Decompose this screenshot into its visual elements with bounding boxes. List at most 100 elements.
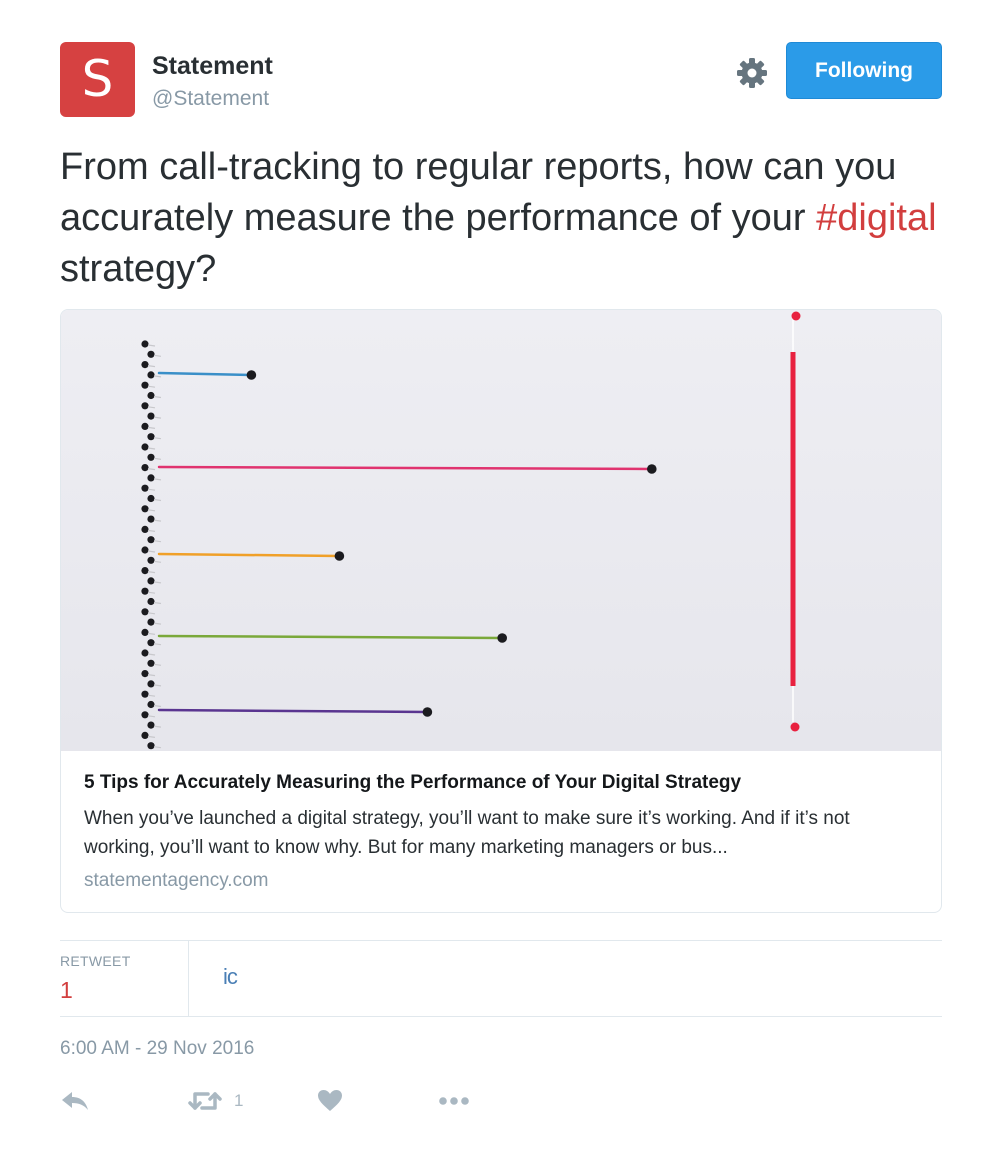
- pin-head: [147, 412, 155, 420]
- retweet-button[interactable]: 1: [188, 1084, 243, 1118]
- tweet-text: From call-tracking to regular reports, h…: [60, 142, 940, 295]
- thread-end-pin: [497, 633, 508, 643]
- like-button[interactable]: [317, 1084, 343, 1118]
- retweet-count[interactable]: 1: [60, 977, 73, 1004]
- card-title[interactable]: 5 Tips for Accurately Measuring the Perf…: [84, 772, 741, 794]
- pin-needle: [147, 509, 156, 512]
- pin-needle: [147, 365, 156, 368]
- pin-needle: [147, 426, 156, 429]
- pin-head: [141, 628, 149, 636]
- pin-needle: [153, 601, 162, 605]
- pin-needle: [153, 457, 162, 460]
- pin-needle: [153, 725, 162, 728]
- thread-line: [157, 465, 654, 471]
- pin-needle: [153, 560, 162, 563]
- pin-head: [141, 670, 149, 678]
- pin-needle: [147, 632, 156, 635]
- thread-line: [157, 634, 504, 640]
- pin-head: [141, 649, 149, 657]
- gear-icon[interactable]: [735, 56, 769, 90]
- thread-line: [157, 708, 429, 714]
- tweet-stats: RETWEET 1 ic: [60, 940, 942, 1017]
- pin-needle: [147, 550, 156, 553]
- thread-end-pin: [422, 707, 433, 717]
- pin-needle: [147, 447, 156, 450]
- pin-needle: [153, 416, 162, 419]
- thread-end-pin: [334, 551, 345, 561]
- pin-head: [141, 484, 149, 492]
- pin-head: [141, 422, 149, 430]
- card-image[interactable]: [61, 310, 941, 751]
- avatar[interactable]: S: [60, 42, 135, 117]
- pin-head: [147, 433, 155, 441]
- pin-head: [147, 556, 155, 564]
- pin-needle: [153, 643, 162, 646]
- pin-needle: [147, 674, 156, 677]
- pin-head: [141, 587, 149, 595]
- more-button[interactable]: [438, 1084, 472, 1118]
- tweet-text-after: strategy?: [60, 248, 217, 290]
- pin-head: [141, 690, 149, 698]
- pin-needle: [153, 581, 162, 584]
- retweet-action-count: 1: [234, 1091, 244, 1110]
- card-image-illustration: [141, 311, 801, 750]
- retweet-icon: [188, 1088, 222, 1114]
- pin-head: [141, 546, 149, 554]
- pin-head: [141, 464, 149, 472]
- pin-head: [141, 608, 149, 616]
- tweet-text-before: From call-tracking to regular reports, h…: [60, 146, 897, 239]
- reply-button[interactable]: [60, 1084, 90, 1118]
- retweet-label[interactable]: RETWEET: [60, 953, 131, 969]
- link-card[interactable]: 5 Tips for Accurately Measuring the Perf…: [60, 309, 942, 913]
- pin-needle: [147, 488, 156, 491]
- stats-divider: [188, 941, 189, 1016]
- avatar-letter: S: [81, 50, 114, 108]
- pin-head: [147, 474, 155, 482]
- pin-head: [147, 639, 155, 647]
- pin-head: [147, 371, 155, 379]
- pin-head: [147, 742, 155, 750]
- thread-line: [157, 552, 341, 558]
- pin-needle: [153, 498, 162, 502]
- vertical-thread-bottom-pin: [790, 722, 800, 732]
- pin-head: [147, 618, 155, 626]
- card-description: When you’ve launched a digital strategy,…: [84, 808, 850, 858]
- pin-needle: [153, 437, 162, 440]
- pin-needle: [153, 684, 162, 687]
- thread-end-pin: [246, 370, 257, 380]
- hashtag-link[interactable]: #digital: [816, 197, 936, 239]
- pin-needle: [147, 529, 156, 532]
- pin-needle: [153, 375, 162, 378]
- pin-needle: [147, 571, 156, 574]
- pin-needle: [153, 354, 162, 357]
- tweet-timestamp[interactable]: 6:00 AM - 29 Nov 2016: [60, 1038, 254, 1060]
- pin-needle: [153, 519, 162, 522]
- pin-needle: [147, 344, 156, 347]
- pin-head: [147, 700, 155, 709]
- pin-needle: [153, 395, 162, 399]
- pin-needle: [147, 591, 156, 594]
- card-domain[interactable]: statementagency.com: [84, 870, 268, 892]
- pin-head: [147, 391, 155, 400]
- author-name[interactable]: Statement: [152, 52, 273, 81]
- pin-head: [141, 340, 149, 348]
- pin-head: [141, 443, 149, 451]
- vertical-thread-top-pin: [791, 311, 801, 321]
- pin-head: [147, 494, 155, 503]
- retweeter-avatar[interactable]: ic: [212, 959, 248, 995]
- pin-head: [141, 525, 149, 533]
- pin-needle: [153, 746, 162, 749]
- pin-head: [147, 536, 155, 544]
- pin-needle: [153, 540, 162, 543]
- pin-head: [147, 680, 155, 688]
- pin-needle: [153, 622, 162, 625]
- pin-needle: [147, 735, 156, 738]
- following-button[interactable]: Following: [786, 42, 942, 99]
- pin-head: [141, 381, 149, 389]
- pin-head: [147, 577, 155, 585]
- pin-head: [141, 505, 149, 513]
- author-handle[interactable]: @Statement: [152, 87, 269, 111]
- pin-needle: [147, 715, 156, 718]
- pin-head: [147, 515, 155, 523]
- pin-needle: [153, 478, 162, 481]
